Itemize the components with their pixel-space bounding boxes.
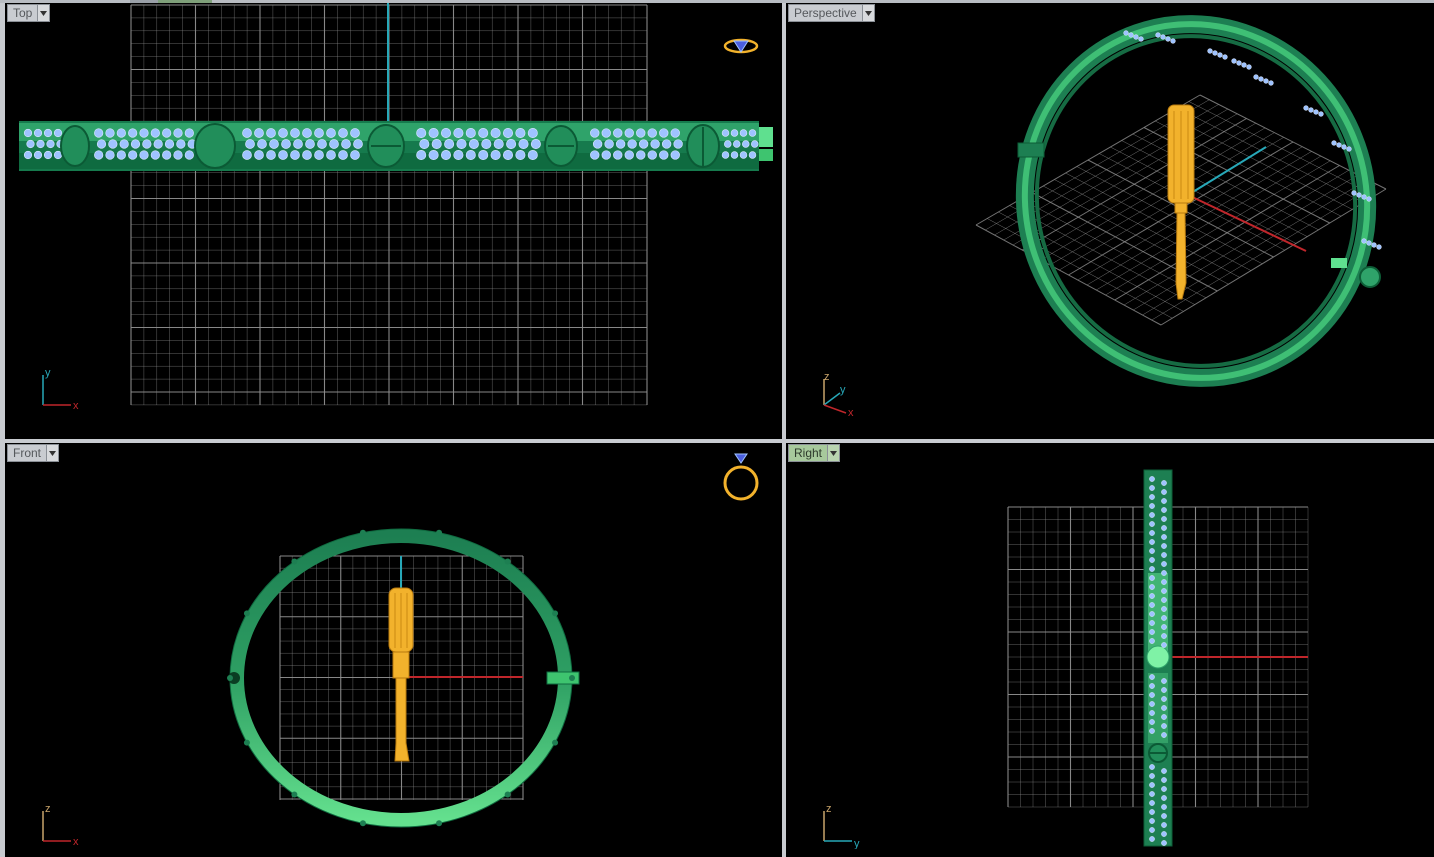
ring-front-icon	[723, 453, 759, 501]
ring-top-icon	[723, 38, 759, 54]
viewport-tab-perspective[interactable]: Perspective	[788, 4, 875, 22]
bracelet-band-right	[1143, 469, 1173, 847]
axis-gizmo-icon: z y	[823, 803, 860, 849]
axis-label-y: y	[840, 384, 846, 396]
axis-gizmo-icon: y x	[42, 367, 79, 411]
viewport-title: Right	[794, 446, 823, 460]
right-view-scene	[1007, 469, 1309, 847]
y-axis-line	[1187, 146, 1267, 196]
viewport-title: Front	[13, 446, 42, 460]
viewport-title: Perspective	[794, 6, 857, 20]
viewport-title: Top	[13, 6, 33, 20]
front-view-scene	[227, 528, 580, 828]
viewport-tab-top[interactable]: Top	[7, 4, 51, 22]
dropdown-caret-icon[interactable]	[46, 445, 59, 461]
dropdown-caret-icon[interactable]	[827, 445, 840, 461]
axis-label-x: x	[848, 407, 854, 419]
axis-label-z: z	[824, 371, 830, 383]
dropdown-caret-icon[interactable]	[37, 5, 50, 21]
top-view-scene	[19, 3, 773, 406]
screwdriver	[1167, 104, 1195, 300]
perspective-view-scene	[975, 15, 1387, 387]
viewport-right[interactable]: Right z y	[786, 443, 1434, 857]
axis-label-x: x	[73, 836, 79, 847]
axis-label-x: x	[73, 400, 79, 411]
viewport-tab-front[interactable]: Front	[7, 444, 60, 462]
axis-label-z: z	[45, 803, 51, 815]
viewport-top[interactable]: Top y x	[5, 3, 782, 439]
axis-gizmo-icon: z x	[42, 803, 79, 847]
viewport-tab-right[interactable]: Right	[788, 444, 841, 462]
viewport-front[interactable]: Front z x	[5, 443, 782, 857]
screwdriver	[388, 587, 414, 762]
axis-label-y: y	[854, 838, 860, 849]
axis-label-y: y	[45, 367, 51, 379]
axis-gizmo-icon: z y x	[823, 371, 854, 419]
axis-label-z: z	[826, 803, 832, 815]
dropdown-caret-icon[interactable]	[861, 5, 874, 21]
viewport-perspective[interactable]: Perspective z y x	[786, 3, 1434, 439]
